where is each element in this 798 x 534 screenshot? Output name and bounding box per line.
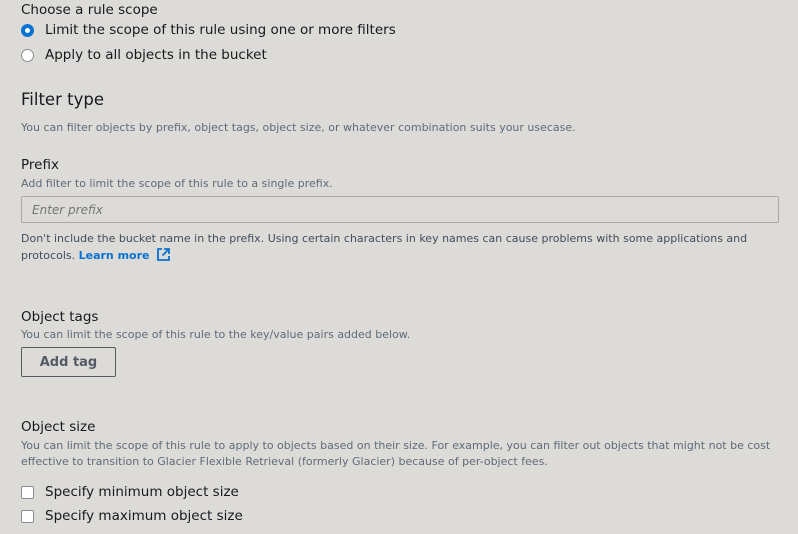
min-size-label: Specify minimum object size [45,484,239,500]
scope-option-label: Limit the scope of this rule using one o… [45,22,396,38]
prefix-help: Don't include the bucket name in the pre… [21,231,781,267]
prefix-label: Prefix [21,157,59,173]
external-link-icon[interactable] [156,247,171,267]
checkbox-icon[interactable] [21,485,34,499]
scope-option-label: Apply to all objects in the bucket [45,47,267,63]
filter-type-heading: Filter type [21,90,104,109]
max-size-label: Specify maximum object size [45,508,243,524]
prefix-input[interactable] [21,196,779,223]
learn-more-link[interactable]: Learn more [79,249,150,262]
radio-selected-icon[interactable] [21,23,34,37]
prefix-help-line-2: protocols. Learn more [21,247,781,267]
scope-option-filters[interactable]: Limit the scope of this rule using one o… [21,22,396,38]
object-tags-description: You can limit the scope of this rule to … [21,328,411,341]
prefix-help-line: Don't include the bucket name in the pre… [21,232,748,245]
filter-type-description: You can filter objects by prefix, object… [21,121,576,134]
object-size-description-line: effective to transition to Glacier Flexi… [21,455,548,468]
object-tags-label: Object tags [21,309,99,325]
max-size-option[interactable]: Specify maximum object size [21,508,243,524]
checkbox-icon[interactable] [21,509,34,523]
min-size-option[interactable]: Specify minimum object size [21,484,239,500]
add-tag-button[interactable]: Add tag [21,347,116,377]
prefix-description: Add filter to limit the scope of this ru… [21,177,333,190]
radio-unselected-icon[interactable] [21,48,34,62]
scope-heading: Choose a rule scope [21,2,158,18]
object-size-description: You can limit the scope of this rule to … [21,438,770,470]
scope-option-all-objects[interactable]: Apply to all objects in the bucket [21,47,267,63]
prefix-help-text: protocols. [21,249,76,262]
object-size-label: Object size [21,419,96,435]
object-size-description-line: You can limit the scope of this rule to … [21,439,771,452]
